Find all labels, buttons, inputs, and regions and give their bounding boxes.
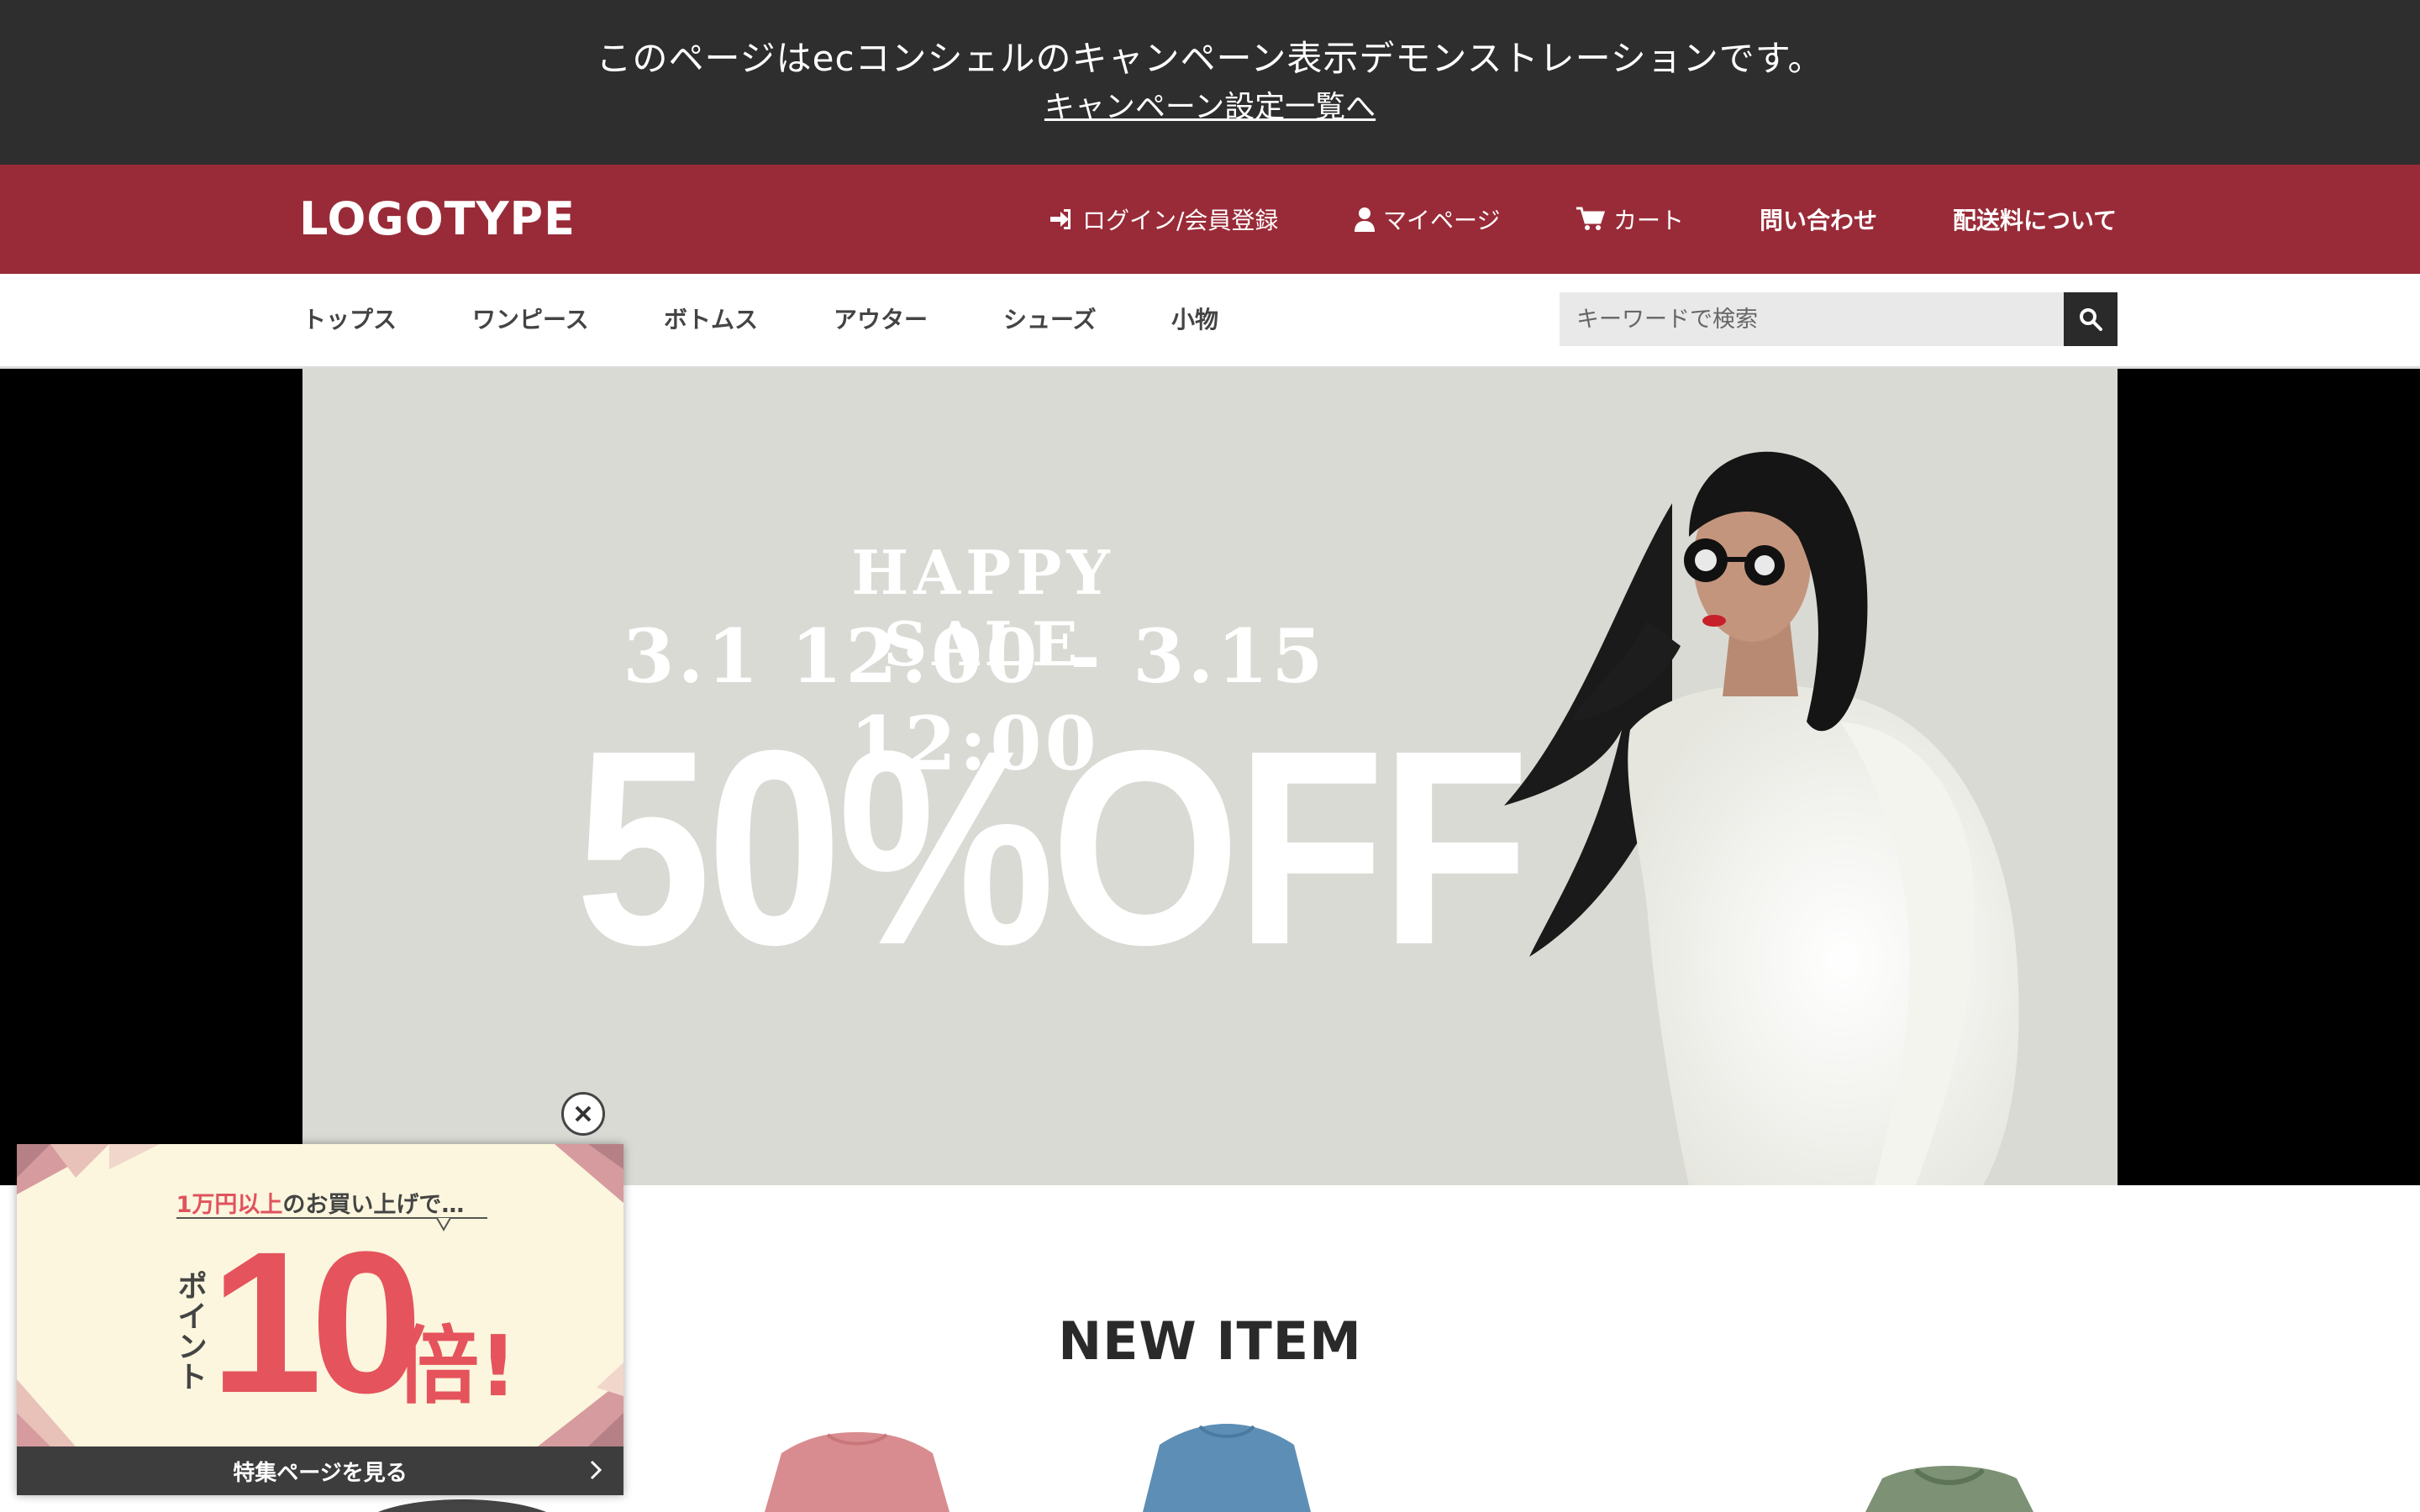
contact-label: 問い合わせ [1760,207,1878,234]
sale-banner[interactable]: HAPPY SALE 3.1 12:00 - 3.15 12:00 50%OFF [302,369,2118,1185]
site-logo[interactable]: LOGOTYPE [299,190,576,249]
cart-label: カート [1613,207,1685,234]
search-input[interactable] [1560,292,2064,346]
product-image-blue-sweater[interactable] [1126,1420,1328,1512]
category-tops[interactable]: トップス [302,299,397,341]
popup-feature-page-button[interactable]: 特集ページを見る [17,1446,623,1495]
popup-multiplier: 10 [210,1210,423,1435]
hero-banner-area: HAPPY SALE 3.1 12:00 - 3.15 12:00 50%OFF [0,369,2420,1185]
popup-cta-label: 特集ページを見る [233,1460,408,1486]
demo-message: このページはecコンシェルのキャンペーン表示デモンストレーションです。 [596,38,1824,79]
sale-discount: 50%OFF [575,692,1529,1002]
category-shoes[interactable]: シューズ [1003,299,1097,341]
category-accessories[interactable]: 小物 [1171,299,1218,341]
cart-link[interactable]: カート [1576,198,1684,240]
login-icon [1050,209,1071,229]
product-image-pink-sweater[interactable] [731,1428,983,1512]
site-header: LOGOTYPE ログイン/会員登録 マイページ カート 問い合わせ 配送料につ… [0,165,2420,274]
popup-point-label: ポイント [168,1270,210,1400]
popup-close-button[interactable] [561,1092,605,1136]
login-register-link[interactable]: ログイン/会員登録 [1049,198,1278,240]
user-icon [1355,207,1375,232]
close-icon [575,1105,592,1122]
search-icon [2080,308,2102,331]
mypage-label: マイページ [1383,207,1501,234]
campaign-popup[interactable]: 1万円以上のお買い上げで… ポイント 10 倍! 特集ページを見る [17,1144,623,1495]
product-image-green-knit[interactable] [1849,1462,2050,1512]
category-outer[interactable]: アウター [834,299,928,341]
product-image-dark-item[interactable] [370,1495,555,1512]
chevron-right-icon [590,1460,602,1480]
login-register-label: ログイン/会員登録 [1082,207,1279,234]
shipping-link[interactable]: 配送料について [1953,198,2117,240]
shipping-label: 配送料について [1953,207,2118,234]
model-photo [1504,451,2019,1185]
category-onepiece[interactable]: ワンピース [472,299,589,341]
mypage-link[interactable]: マイページ [1355,198,1500,240]
demo-banner: このページはecコンシェルのキャンペーン表示デモンストレーションです。 キャンペ… [0,0,2420,165]
category-nav: トップス ワンピース ボトムス アウター シューズ 小物 [0,274,2420,369]
campaign-list-link[interactable]: キャンペーン設定一覧へ [0,84,2420,131]
search-button[interactable] [2064,292,2118,346]
popup-point-text: ポイント [172,1270,207,1391]
popup-multiplier-suffix: 倍! [395,1317,518,1415]
contact-link[interactable]: 問い合わせ [1760,198,1877,240]
category-bottoms[interactable]: ボトムス [664,299,758,341]
cart-icon [1576,207,1605,230]
